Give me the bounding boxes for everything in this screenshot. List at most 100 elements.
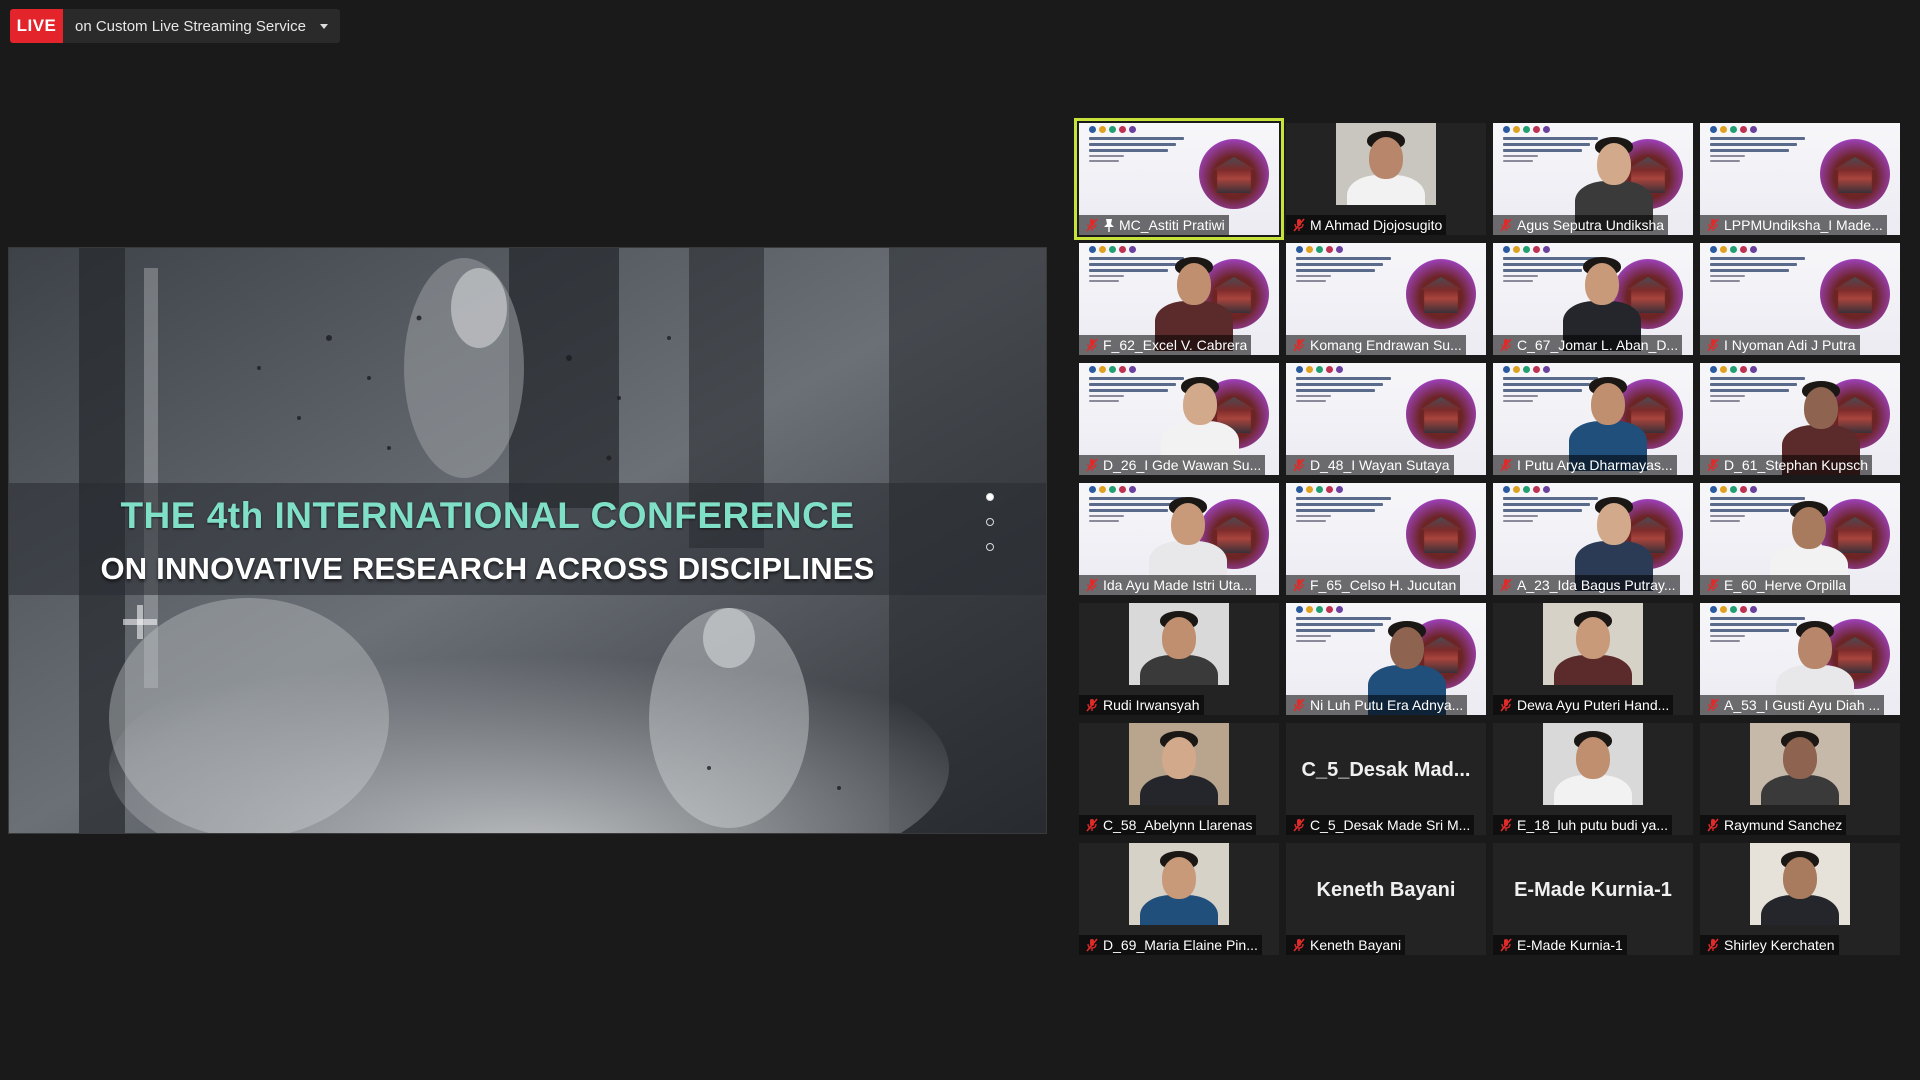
participant-tile[interactable]: Raymund Sanchez: [1700, 723, 1900, 835]
participant-name: Agus Seputra Undiksha: [1517, 217, 1665, 233]
participant-name: E_18_luh putu budi ya...: [1517, 817, 1669, 833]
participant-tile[interactable]: D_69_Maria Elaine Pin...: [1079, 843, 1279, 955]
muted-mic-icon: [1500, 338, 1512, 352]
camera-subject: [1129, 843, 1229, 925]
muted-mic-icon: [1500, 578, 1512, 592]
participant-body: [1140, 775, 1218, 805]
participant-name: LPPMUndiksha_I Made...: [1724, 217, 1883, 233]
muted-mic-icon: [1293, 578, 1305, 592]
participant-name: MC_Astiti Pratiwi: [1119, 217, 1225, 233]
participant-tile[interactable]: F_62_Excel V. Cabrera: [1079, 243, 1279, 355]
participant-name-label: A_53_I Gusti Ayu Diah ...: [1700, 695, 1885, 715]
muted-mic-icon: [1500, 818, 1512, 832]
participant-name: Raymund Sanchez: [1724, 817, 1843, 833]
participant-face: [1798, 627, 1832, 669]
participant-face: [1390, 627, 1424, 669]
live-service-dropdown[interactable]: on Custom Live Streaming Service: [63, 9, 340, 43]
caret-down-icon: [319, 23, 328, 29]
participant-tile[interactable]: Komang Endrawan Su...: [1286, 243, 1486, 355]
participant-name-label: C_5_Desak Made Sri M...: [1286, 815, 1475, 835]
conference-title-line1: THE 4th INTERNATIONAL CONFERENCE: [120, 495, 855, 536]
slide-dot: [986, 543, 994, 551]
participant-face: [1171, 503, 1205, 545]
camera-subject: [1543, 723, 1643, 805]
participant-tile[interactable]: Rudi Irwansyah: [1079, 603, 1279, 715]
participant-name: I Nyoman Adi J Putra: [1724, 337, 1856, 353]
participant-tile[interactable]: E_18_luh putu budi ya...: [1493, 723, 1693, 835]
participant-tile[interactable]: C_58_Abelynn Llarenas: [1079, 723, 1279, 835]
participant-face: [1162, 737, 1196, 779]
shared-screen: THE 4th INTERNATIONAL CONFERENCE ON INNO…: [8, 247, 1047, 834]
participant-face: [1792, 507, 1826, 549]
muted-mic-icon: [1500, 218, 1512, 232]
participant-body: [1761, 895, 1839, 925]
participant-name: D_61_Stephan Kupsch: [1724, 457, 1868, 473]
muted-mic-icon: [1707, 698, 1719, 712]
participant-face: [1162, 617, 1196, 659]
muted-mic-icon: [1293, 818, 1305, 832]
participant-name: Shirley Kerchaten: [1724, 937, 1835, 953]
participant-tile[interactable]: Dewa Ayu Puteri Hand...: [1493, 603, 1693, 715]
participant-tile[interactable]: Keneth Bayani Keneth Bayani: [1286, 843, 1486, 955]
muted-mic-icon: [1500, 458, 1512, 472]
participant-tile[interactable]: MC_Astiti Pratiwi: [1074, 118, 1284, 240]
camera-subject: [1336, 123, 1436, 205]
camera-subject: [1750, 843, 1850, 925]
participant-name-label: Agus Seputra Undiksha: [1493, 215, 1669, 235]
participant-tile[interactable]: I Nyoman Adi J Putra: [1700, 243, 1900, 355]
participant-name: A_53_I Gusti Ayu Diah ...: [1724, 697, 1881, 713]
participant-tile[interactable]: LPPMUndiksha_I Made...: [1700, 123, 1900, 235]
participant-name-label: Ni Luh Putu Era Adnya...: [1286, 695, 1468, 715]
participant-name-label: Ida Ayu Made Istri Uta...: [1079, 575, 1257, 595]
participant-face: [1585, 263, 1619, 305]
participant-tile[interactable]: Ni Luh Putu Era Adnya...: [1286, 603, 1486, 715]
participant-tile[interactable]: A_53_I Gusti Ayu Diah ...: [1700, 603, 1900, 715]
slide-dot: [986, 493, 994, 501]
participant-name-label: C_67_Jomar L. Aban_D...: [1493, 335, 1683, 355]
participant-display-name: E-Made Kurnia-1: [1514, 879, 1672, 901]
participant-name-label: I Putu Arya Dharmayas...: [1493, 455, 1677, 475]
participant-tile[interactable]: A_23_Ida Bagus Putray...: [1493, 483, 1693, 595]
muted-mic-icon: [1293, 698, 1305, 712]
plus-decoration-icon: [123, 605, 157, 639]
participant-tile[interactable]: E_60_Herve Orpilla: [1700, 483, 1900, 595]
participant-tile[interactable]: M Ahmad Djojosugito: [1286, 123, 1486, 235]
participant-name-label: F_62_Excel V. Cabrera: [1079, 335, 1252, 355]
participant-tile[interactable]: Shirley Kerchaten: [1700, 843, 1900, 955]
muted-mic-icon: [1293, 338, 1305, 352]
participant-body: [1554, 775, 1632, 805]
participant-tile[interactable]: C_67_Jomar L. Aban_D...: [1493, 243, 1693, 355]
participant-name-label: C_58_Abelynn Llarenas: [1079, 815, 1257, 835]
participant-name: F_62_Excel V. Cabrera: [1103, 337, 1248, 353]
participant-body: [1140, 895, 1218, 925]
camera-subject: [1750, 723, 1850, 805]
slide-dots: [986, 493, 994, 551]
muted-mic-icon: [1086, 578, 1098, 592]
slide-dot: [986, 518, 994, 526]
participant-tile[interactable]: Agus Seputra Undiksha: [1493, 123, 1693, 235]
participant-tile[interactable]: F_65_Celso H. Jucutan: [1286, 483, 1486, 595]
participant-tile[interactable]: E-Made Kurnia-1 E-Made Kurnia-1: [1493, 843, 1693, 955]
participant-tile[interactable]: Ida Ayu Made Istri Uta...: [1079, 483, 1279, 595]
muted-mic-icon: [1293, 938, 1305, 952]
camera-subject: [1129, 723, 1229, 805]
muted-mic-icon: [1707, 938, 1719, 952]
participant-name-label: Shirley Kerchaten: [1700, 935, 1839, 955]
participant-tile[interactable]: I Putu Arya Dharmayas...: [1493, 363, 1693, 475]
participant-body: [1140, 655, 1218, 685]
muted-mic-icon: [1707, 578, 1719, 592]
live-badge: LIVE: [10, 9, 63, 43]
participant-tile[interactable]: C_5_Desak Mad... C_5_Desak Made Sri M...: [1286, 723, 1486, 835]
participant-display-name: Keneth Bayani: [1316, 879, 1456, 901]
pin-icon: [1104, 219, 1114, 232]
participant-name-label: Dewa Ayu Puteri Hand...: [1493, 695, 1674, 715]
muted-mic-icon: [1500, 698, 1512, 712]
participant-tile[interactable]: D_61_Stephan Kupsch: [1700, 363, 1900, 475]
participant-name: D_69_Maria Elaine Pin...: [1103, 937, 1258, 953]
participant-name-label: F_65_Celso H. Jucutan: [1286, 575, 1461, 595]
participant-name: C_58_Abelynn Llarenas: [1103, 817, 1253, 833]
muted-mic-icon: [1086, 218, 1098, 232]
participant-tile[interactable]: D_48_I Wayan Sutaya: [1286, 363, 1486, 475]
participant-name-label: MC_Astiti Pratiwi: [1079, 215, 1229, 235]
participant-tile[interactable]: D_26_I Gde Wawan Su...: [1079, 363, 1279, 475]
